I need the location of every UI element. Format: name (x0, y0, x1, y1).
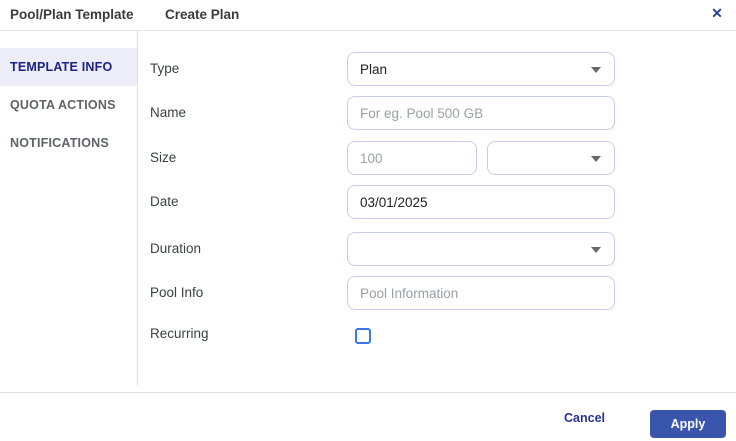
type-select-value: Plan (360, 61, 388, 77)
duration-label: Duration (150, 241, 202, 256)
recurring-label: Recurring (150, 326, 209, 341)
date-row: Date (150, 185, 615, 219)
template-info-form: Type Plan Name Size Date Duration (138, 31, 736, 385)
create-plan-dialog: Pool/Plan Template Create Plan ✕ TEMPLAT… (0, 0, 736, 441)
size-unit-select[interactable] (487, 141, 615, 175)
dialog-header: Pool/Plan Template Create Plan ✕ (0, 0, 736, 31)
name-row: Name (150, 96, 615, 130)
sidebar-item-quota-actions[interactable]: QUOTA ACTIONS (0, 86, 137, 124)
duration-row: Duration (150, 232, 615, 266)
size-label: Size (150, 150, 177, 165)
recurring-checkbox[interactable] (355, 328, 371, 344)
dialog-title: Pool/Plan Template (10, 7, 134, 22)
type-row: Type Plan (150, 52, 615, 86)
name-label: Name (150, 105, 187, 120)
sidebar-item-notifications[interactable]: NOTIFICATIONS (0, 124, 137, 162)
dialog-sidebar: TEMPLATE INFO QUOTA ACTIONS NOTIFICATION… (0, 31, 138, 385)
pool-info-label: Pool Info (150, 285, 204, 300)
chevron-down-icon (591, 247, 601, 253)
pool-info-row: Pool Info (150, 276, 615, 310)
sidebar-item-template-info[interactable]: TEMPLATE INFO (0, 48, 137, 86)
chevron-down-icon (591, 67, 601, 73)
recurring-row: Recurring (150, 326, 615, 348)
name-input[interactable] (347, 96, 615, 130)
apply-button[interactable]: Apply (650, 410, 726, 438)
type-label: Type (150, 61, 180, 76)
type-select[interactable]: Plan (347, 52, 615, 86)
date-input[interactable] (347, 185, 615, 219)
date-label: Date (150, 194, 179, 209)
cancel-button[interactable]: Cancel (554, 404, 615, 432)
close-icon[interactable]: ✕ (706, 2, 728, 24)
chevron-down-icon (591, 156, 601, 162)
duration-select[interactable] (347, 232, 615, 266)
size-input[interactable] (347, 141, 477, 175)
dialog-subtitle: Create Plan (165, 7, 240, 22)
pool-info-input[interactable] (347, 276, 615, 310)
size-row: Size (150, 141, 615, 175)
dialog-footer: Cancel Apply (0, 392, 736, 441)
